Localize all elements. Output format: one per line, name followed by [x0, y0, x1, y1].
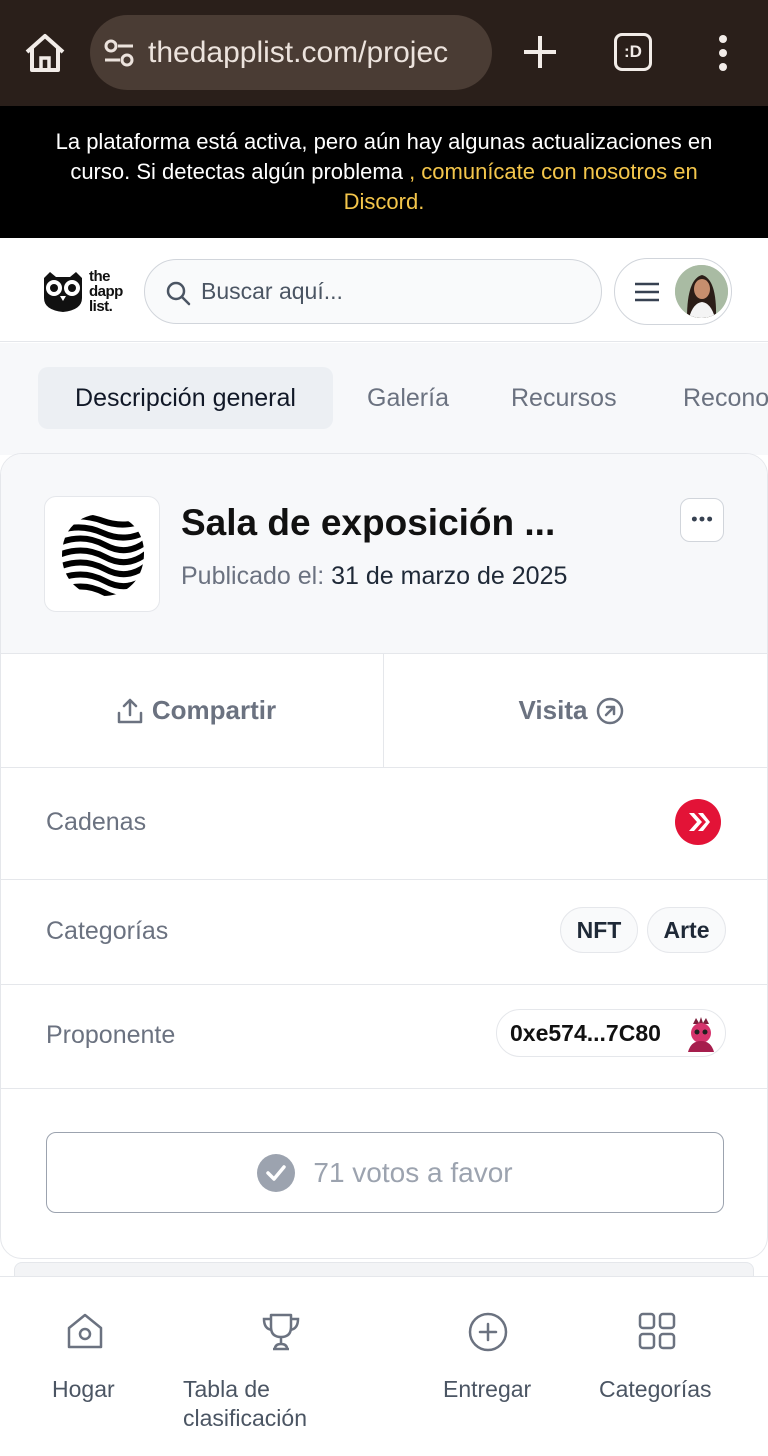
categories-row: Categorías NFT Arte [1, 880, 767, 985]
nav-categories[interactable]: Categorías [590, 1277, 730, 1456]
user-menu-button[interactable] [614, 258, 732, 325]
new-tab-icon[interactable] [518, 30, 562, 74]
search-input[interactable] [201, 260, 591, 323]
plus-circle-icon [468, 1312, 508, 1352]
avatar [675, 265, 728, 318]
project-tabs: Descripción general Galería Recursos Rec… [0, 343, 768, 455]
trophy-icon [262, 1313, 300, 1351]
tab-resources[interactable]: Recursos [511, 367, 617, 429]
grid-icon [638, 1312, 676, 1350]
project-logo [44, 496, 160, 612]
chains-label: Cadenas [46, 808, 147, 836]
project-title: Sala de exposición ... [181, 502, 556, 543]
chains-row: Cadenas [1, 768, 767, 880]
proposer-address-chip[interactable]: 0xe574...7C80 [496, 1009, 726, 1057]
nav-leaderboard[interactable]: Tabla de clasificación [183, 1277, 333, 1456]
nav-submit-label: Entregar [443, 1376, 532, 1402]
upvote-button[interactable]: 71 votos a favor [46, 1132, 724, 1213]
next-card-edge [14, 1262, 754, 1276]
publish-info: Publicado el: 31 de marzo de 2025 [181, 562, 567, 591]
site-header: the dapp list. [0, 238, 768, 342]
category-chip-nft[interactable]: NFT [560, 907, 638, 953]
site-settings-icon[interactable] [104, 39, 134, 67]
share-icon [117, 698, 143, 723]
tab-gallery[interactable]: Galería [367, 367, 449, 429]
tab-overview[interactable]: Descripción general [38, 367, 333, 429]
visit-label: Visita [518, 695, 588, 725]
share-label: Compartir [151, 695, 277, 725]
published-label: Publicado el: [181, 562, 325, 590]
hive-icon [689, 813, 710, 831]
project-header: Sala de exposición ... Publicado el: 31 … [1, 454, 767, 654]
proposer-avatar-icon [688, 1017, 714, 1052]
share-button[interactable]: Compartir [1, 654, 384, 767]
browser-home-icon[interactable] [22, 32, 68, 74]
more-horizontal-icon [691, 516, 713, 522]
logo-text-line: list. [89, 298, 113, 315]
nav-submit[interactable]: Entregar [430, 1277, 550, 1456]
categories-label: Categorías [46, 917, 169, 945]
tab-switcher-button[interactable]: :D [614, 33, 652, 71]
logo-text-line: dapp [89, 283, 123, 300]
tab-recognition[interactable]: Recono [683, 367, 768, 429]
url-text[interactable]: thedapplist.com/projec [148, 15, 478, 90]
browser-toolbar: thedapplist.com/projec :D [0, 0, 768, 106]
nav-categories-label: Categorías [599, 1376, 712, 1402]
address-bar[interactable]: thedapplist.com/projec [90, 15, 492, 90]
visit-button[interactable]: Visita [384, 654, 767, 767]
published-date: 31 de marzo de 2025 [331, 562, 568, 590]
search-bar[interactable] [144, 259, 602, 324]
vote-count-label: 71 votos a favor [313, 1156, 513, 1188]
proposer-row: Proponente 0xe574...7C80 [1, 985, 767, 1089]
external-link-icon [597, 697, 624, 724]
search-icon [166, 281, 191, 306]
project-card: Sala de exposición ... Publicado el: 31 … [0, 453, 768, 1259]
owl-logo-icon [44, 272, 82, 312]
logo-text-line: the [89, 268, 110, 285]
project-logo-image [62, 514, 144, 596]
browser-menu-icon[interactable] [712, 34, 734, 72]
hive-chain-badge[interactable] [675, 799, 721, 845]
hamburger-menu-icon [635, 282, 659, 302]
proposer-address: 0xe574...7C80 [510, 1020, 661, 1046]
home-icon [67, 1313, 103, 1349]
project-actions: Compartir Visita [1, 654, 767, 768]
more-options-button[interactable] [680, 498, 724, 542]
site-logo[interactable]: the dapp list. [40, 268, 132, 316]
nav-leaderboard-label: Tabla de clasificación [183, 1376, 307, 1431]
check-circle-icon [257, 1153, 296, 1192]
nav-home[interactable]: Hogar [40, 1277, 160, 1456]
nav-home-label: Hogar [52, 1376, 115, 1402]
announcement-banner: La plataforma está activa, pero aún hay … [0, 106, 768, 238]
category-chip-art[interactable]: Arte [647, 907, 726, 953]
proposer-label: Proponente [46, 1021, 176, 1049]
bottom-navigation: Hogar Tabla de clasificación Entregar Ca… [0, 1276, 768, 1456]
